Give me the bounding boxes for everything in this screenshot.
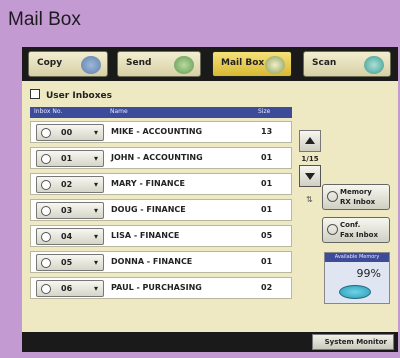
inbox-icon [41, 154, 51, 164]
inbox-row[interactable]: 03 ▾ DOUG - FINANCE 01 [30, 199, 292, 221]
inbox-number: 03 [61, 206, 73, 215]
inbox-name: MIKE - ACCOUNTING [111, 127, 203, 136]
memory-percent: 99% [356, 267, 381, 280]
inbox-size: 01 [261, 179, 273, 188]
memory-panel: Available Memory 99% [324, 252, 390, 304]
inbox-button[interactable]: 04 ▾ [36, 228, 104, 245]
system-monitor-button[interactable]: System Monitor [312, 334, 394, 350]
tab-bar: Copy Send Mail Box Scan [22, 47, 398, 81]
window-frame: Mail Box Copy Send Mail Box Scan User In… [0, 0, 400, 358]
inbox-number: 04 [61, 232, 73, 241]
scan-icon [364, 56, 384, 74]
memory-disk-icon [339, 285, 371, 299]
tab-scan[interactable]: Scan [303, 51, 391, 77]
inbox-name: JOHN - ACCOUNTING [111, 153, 203, 162]
inbox-header-text: User Inboxes [46, 91, 112, 101]
inbox-size: 02 [261, 283, 273, 292]
scroll-up-button[interactable] [299, 130, 321, 152]
inbox-button[interactable]: 03 ▾ [36, 202, 104, 219]
inbox-size: 01 [261, 205, 273, 214]
inbox-button[interactable]: 02 ▾ [36, 176, 104, 193]
tab-scan-label: Scan [312, 58, 337, 68]
inbox-size: 01 [261, 153, 273, 162]
inbox-button[interactable]: 00 ▾ [36, 124, 104, 141]
status-bar: System Monitor [22, 332, 398, 352]
tab-send[interactable]: Send [117, 51, 201, 77]
inbox-row[interactable]: 00 ▾ MIKE - ACCOUNTING 13 [30, 121, 292, 143]
inbox-row[interactable]: 01 ▾ JOHN - ACCOUNTING 01 [30, 147, 292, 169]
inbox-row[interactable]: 04 ▾ LISA - FINANCE 05 [30, 225, 292, 247]
inbox-number: 05 [61, 258, 73, 267]
inbox-icon [41, 232, 51, 242]
inbox-icon [41, 206, 51, 216]
inbox-button[interactable]: 06 ▾ [36, 280, 104, 297]
window-title: Mail Box [8, 9, 81, 30]
inbox-icon [41, 180, 51, 190]
mailbox-icon [265, 56, 285, 74]
inbox-name: PAUL - PURCHASING [111, 283, 202, 292]
tab-send-label: Send [126, 58, 152, 68]
chevron-down-icon: ▾ [93, 284, 98, 293]
scroll-down-button[interactable] [299, 165, 321, 187]
inbox-icon [41, 284, 51, 294]
tab-mailbox[interactable]: Mail Box [212, 51, 292, 77]
confidential-fax-inbox-button[interactable]: Conf. Fax Inbox [322, 217, 390, 243]
chevron-down-icon: ▾ [93, 206, 98, 215]
page-indicator: 1/15 [301, 155, 319, 163]
inbox-row[interactable]: 06 ▾ PAUL - PURCHASING 02 [30, 277, 292, 299]
inbox-button[interactable]: 01 ▾ [36, 150, 104, 167]
chevron-down-icon: ▾ [93, 128, 98, 137]
send-icon [174, 56, 194, 74]
inbox-icon [41, 128, 51, 138]
memory-label: Available Memory [325, 253, 389, 262]
inbox-name: DOUG - FINANCE [111, 205, 186, 214]
inbox-number: 06 [61, 284, 73, 293]
inbox-icon [327, 224, 338, 235]
inbox-size: 05 [261, 231, 273, 240]
col-inbox-no: Inbox No. [34, 108, 63, 115]
tab-copy[interactable]: Copy [28, 51, 108, 77]
chevron-down-icon: ▾ [93, 232, 98, 241]
confidential-label-2: Fax Inbox [340, 231, 378, 239]
inbox-size: 01 [261, 257, 273, 266]
memory-rx-label-2: RX Inbox [340, 198, 376, 206]
inbox-folder-icon [30, 89, 40, 99]
inbox-row[interactable]: 02 ▾ MARY - FINANCE 01 [30, 173, 292, 195]
inbox-icon [327, 191, 338, 202]
col-name: Name [110, 108, 128, 115]
sort-icon[interactable]: ⇅ [306, 195, 313, 204]
chevron-down-icon: ▾ [93, 258, 98, 267]
inbox-number: 02 [61, 180, 73, 189]
inbox-name: LISA - FINANCE [111, 231, 180, 240]
inbox-header: User Inboxes [30, 89, 112, 101]
inbox-size: 13 [261, 127, 273, 136]
tab-copy-label: Copy [37, 58, 63, 68]
inbox-name: MARY - FINANCE [111, 179, 185, 188]
inbox-row[interactable]: 05 ▾ DONNA - FINANCE 01 [30, 251, 292, 273]
memory-rx-inbox-button[interactable]: Memory RX Inbox [322, 184, 390, 210]
col-size: Size [258, 108, 271, 115]
inbox-number: 00 [61, 128, 73, 137]
inbox-icon [41, 258, 51, 268]
inbox-button[interactable]: 05 ▾ [36, 254, 104, 271]
tab-mailbox-label: Mail Box [221, 58, 265, 68]
inbox-number: 01 [61, 154, 73, 163]
copy-icon [81, 56, 101, 74]
inbox-name: DONNA - FINANCE [111, 257, 193, 266]
column-header: Inbox No. Name Size [30, 107, 292, 118]
confidential-label-1: Conf. [340, 221, 361, 229]
device-screen: Copy Send Mail Box Scan User Inboxes Inb… [22, 47, 398, 352]
memory-rx-label-1: Memory [340, 188, 372, 196]
chevron-down-icon: ▾ [93, 154, 98, 163]
chevron-down-icon: ▾ [93, 180, 98, 189]
